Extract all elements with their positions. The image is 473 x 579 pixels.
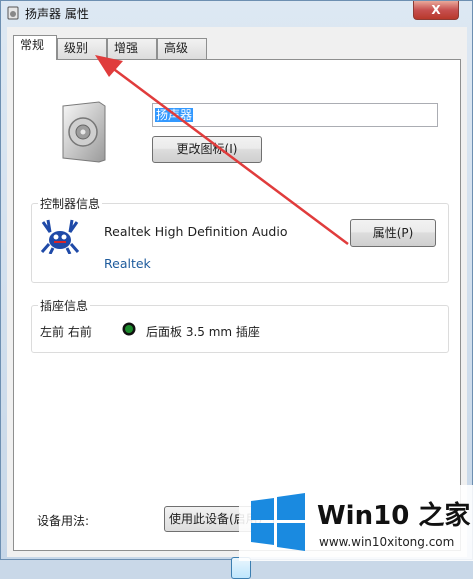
device-usage-label: 设备用法:	[37, 514, 90, 528]
speaker-small-icon	[7, 6, 19, 20]
general-panel: 扬声器 更改图标(I) 控制器信息 Realtek High Definitio…	[13, 59, 461, 551]
jack-info-legend: 插座信息	[38, 297, 91, 314]
controller-info-group: 控制器信息 Realtek High Definition Audio Real…	[31, 195, 449, 283]
tab-levels[interactable]: 级别	[57, 38, 107, 59]
watermark-url: www.win10xitong.com	[319, 535, 455, 549]
change-icon-button[interactable]: 更改图标(I)	[152, 136, 262, 163]
device-name-value: 扬声器	[155, 108, 194, 122]
jack-info-group: 插座信息 左前 右前 后面板 3.5 mm 插座	[31, 297, 449, 353]
controller-properties-button[interactable]: 属性(P)	[350, 219, 436, 247]
tab-general[interactable]: 常规	[13, 35, 57, 60]
jack-channels: 左前 右前	[40, 325, 92, 339]
controller-name: Realtek High Definition Audio	[104, 224, 288, 239]
windows-logo-icon	[251, 493, 305, 551]
controller-info-legend: 控制器信息	[38, 195, 103, 212]
watermark-brand: Win10 之家	[317, 501, 471, 531]
tab-advanced[interactable]: 高级	[157, 38, 207, 59]
properties-window: 扬声器 属性 X 常规 级别 增强 高级 扬声器 更改图标(I) 控制器信息 R…	[0, 0, 473, 579]
tab-enhancements[interactable]: 增强	[107, 38, 157, 59]
jack-color-icon	[122, 322, 136, 336]
device-name-input[interactable]: 扬声器	[152, 103, 438, 127]
close-icon: X	[431, 3, 441, 17]
window-title: 扬声器 属性	[25, 7, 89, 21]
close-button[interactable]: X	[413, 1, 459, 20]
realtek-crab-icon	[40, 219, 80, 254]
speaker-icon	[62, 101, 106, 163]
jack-description: 后面板 3.5 mm 插座	[146, 325, 260, 339]
dialog-client: 常规 级别 增强 高级 扬声器 更改图标(I) 控制器信息 Realtek Hi…	[7, 27, 467, 579]
watermark: Win10 之家 www.win10xitong.com	[239, 485, 473, 561]
title-bar[interactable]: 扬声器 属性 X	[1, 1, 472, 25]
controller-vendor-link[interactable]: Realtek	[104, 256, 151, 271]
